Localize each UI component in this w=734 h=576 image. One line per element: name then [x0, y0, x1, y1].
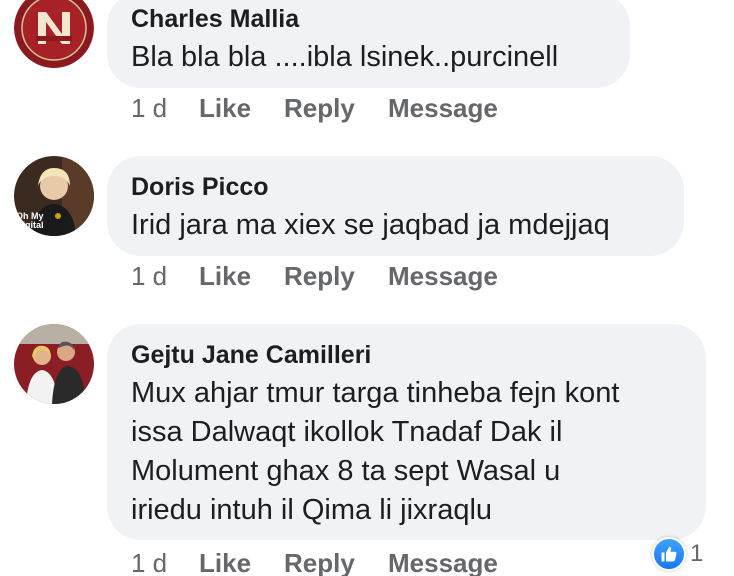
message-button[interactable]: Message — [388, 259, 498, 293]
avatar-charles-mallia[interactable] — [14, 0, 94, 68]
comment-bubble: Doris Picco Irid jara ma xiex se jaqbad … — [107, 156, 684, 256]
comment-bubble: Charles Mallia Bla bla bla ....ibla lsin… — [107, 0, 630, 88]
comment-author[interactable]: Doris Picco — [131, 172, 660, 202]
comment-text: Mux ahjar tmur targa tinheba fejn kont i… — [131, 377, 620, 526]
comment-timestamp[interactable]: 1 d — [131, 91, 167, 125]
couple-avatar-icon — [14, 324, 94, 404]
comment-timestamp[interactable]: 1 d — [131, 259, 167, 293]
avatar-gejtu-jane-camilleri[interactable] — [14, 324, 94, 404]
like-button[interactable]: Like — [199, 259, 251, 293]
brand-logo-avatar-icon — [14, 0, 94, 68]
reply-button[interactable]: Reply — [284, 546, 355, 576]
thumbs-up-icon — [652, 537, 686, 571]
comment-text: Bla bla bla ....ibla lsinek..purcinell — [131, 41, 559, 73]
reaction-summary[interactable]: 1 — [652, 536, 703, 572]
comment-author[interactable]: Charles Mallia — [131, 4, 606, 34]
reply-button[interactable]: Reply — [284, 91, 355, 125]
like-button[interactable]: Like — [199, 91, 251, 125]
message-button[interactable]: Message — [388, 546, 498, 576]
comment-timestamp[interactable]: 1 d — [131, 546, 167, 576]
comment-author[interactable]: Gejtu Jane Camilleri — [131, 340, 682, 370]
like-button[interactable]: Like — [199, 546, 251, 576]
avatar-overlay-text: Oh My Digital — [16, 211, 44, 230]
reaction-count: 1 — [690, 540, 704, 567]
comment-text: Irid jara ma xiex se jaqbad ja mdejjaq — [131, 209, 610, 241]
comment-bubble: Gejtu Jane Camilleri Mux ahjar tmur targ… — [107, 324, 706, 540]
message-button[interactable]: Message — [388, 91, 498, 125]
reply-button[interactable]: Reply — [284, 259, 355, 293]
avatar-doris-picco[interactable]: Oh My Digital — [14, 156, 94, 236]
